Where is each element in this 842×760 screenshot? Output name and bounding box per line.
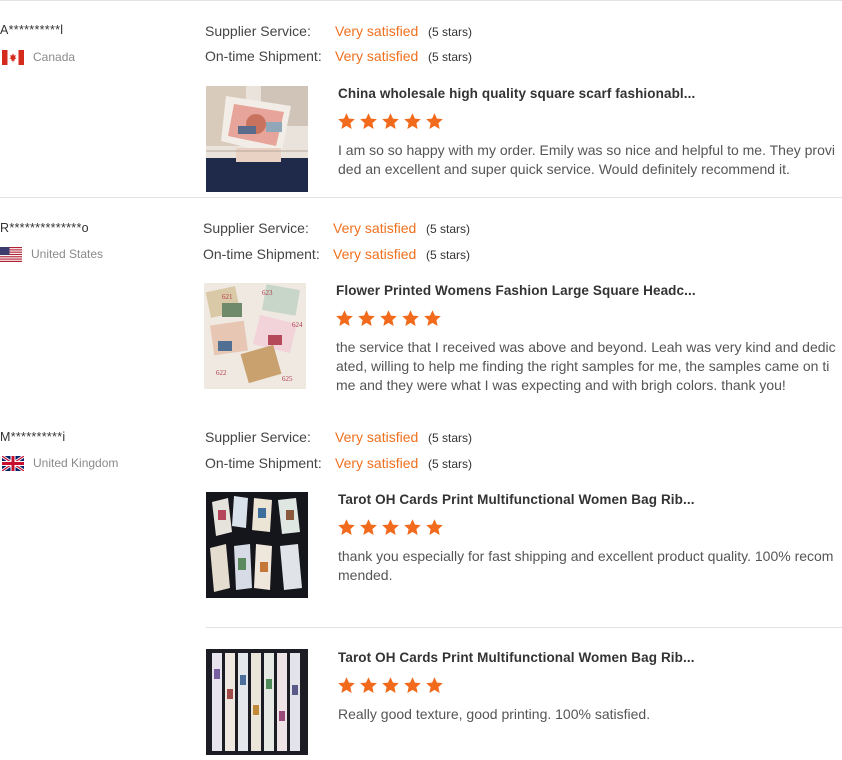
supplier-service-label: Supplier Service: [203,220,309,236]
ontime-shipment-value: Very satisfied [335,48,419,64]
product-thumbnail[interactable] [206,86,308,192]
image-label: 625 [282,375,293,383]
star-icon [402,310,419,326]
supplier-service-stars: (5 stars) [428,431,473,445]
uk-flag-icon [2,456,24,471]
product-thumbnail[interactable] [206,492,308,598]
usa-flag-icon [0,247,22,262]
divider [0,197,842,198]
star-icon [424,310,441,326]
supplier-service-value: Very satisfied [335,23,419,39]
product-rating [337,676,444,696]
product-rating [337,112,444,132]
supplier-service-label: Supplier Service: [205,429,311,445]
star-icon [426,519,443,535]
star-icon [360,113,377,129]
supplier-service-label: Supplier Service: [205,23,311,39]
supplier-service-value: Very satisfied [333,220,417,236]
ontime-shipment-stars: (5 stars) [426,248,471,262]
star-icon [382,677,399,693]
reviewer-country: Canada [33,50,76,64]
star-icon [404,677,421,693]
reviewer-name: A**********l [0,23,64,37]
star-icon [336,310,353,326]
star-icon [360,677,377,693]
star-icon [404,113,421,129]
reviewer-name: R**************o [0,221,89,235]
divider [206,627,842,628]
ontime-shipment-label: On-time Shipment: [205,455,322,471]
star-icon [426,113,443,129]
product-title[interactable]: Tarot OH Cards Print Multifunctional Wom… [338,492,695,507]
ontime-shipment-stars: (5 stars) [428,457,473,471]
image-label: 622 [216,369,227,377]
product-thumbnail[interactable] [206,649,308,755]
product-rating [337,518,444,538]
star-icon [380,310,397,326]
star-icon [338,677,355,693]
supplier-service-stars: (5 stars) [426,222,471,236]
canada-flag-icon [2,50,24,65]
reviewer-country: United Kingdom [33,456,119,470]
review-comment: the service that I received was above an… [336,339,836,393]
ontime-shipment-value: Very satisfied [335,455,419,471]
review-comment: thank you especially for fast shipping a… [338,548,834,583]
product-title[interactable]: Tarot OH Cards Print Multifunctional Wom… [338,650,695,665]
supplier-service-value: Very satisfied [335,429,419,445]
ontime-shipment-stars: (5 stars) [428,50,473,64]
product-rating [335,309,442,329]
star-icon [426,677,443,693]
image-label: 624 [292,321,303,329]
ontime-shipment-label: On-time Shipment: [203,246,320,262]
star-icon [338,113,355,129]
image-label: 623 [262,289,273,297]
star-icon [404,519,421,535]
image-label: 621 [222,293,233,301]
ontime-shipment-value: Very satisfied [333,246,417,262]
reviewer-name: M**********i [0,430,66,444]
product-title[interactable]: Flower Printed Womens Fashion Large Squa… [336,283,696,298]
star-icon [338,519,355,535]
star-icon [382,113,399,129]
star-icon [382,519,399,535]
star-icon [358,310,375,326]
review-comment: Really good texture, good printing. 100%… [338,706,651,722]
reviews-page: A**********l Canada Supplier Service: Ve… [0,0,842,760]
ontime-shipment-label: On-time Shipment: [205,48,322,64]
product-title[interactable]: China wholesale high quality square scar… [338,86,695,101]
reviewer-country: United States [31,247,104,261]
review-comment: I am so so happy with my order. Emily wa… [338,142,835,177]
star-icon [360,519,377,535]
divider [0,0,842,1]
supplier-service-stars: (5 stars) [428,25,473,39]
product-thumbnail[interactable]: 621 623 624 622 625 [204,283,306,389]
